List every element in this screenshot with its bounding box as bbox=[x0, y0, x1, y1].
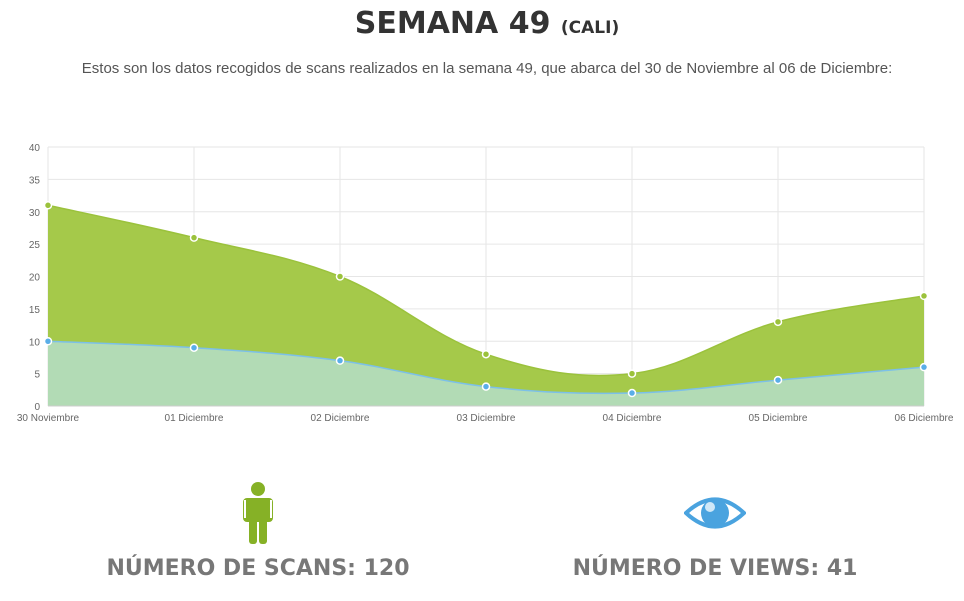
series-1-point bbox=[481, 349, 491, 359]
series-2-point bbox=[481, 382, 491, 391]
y-tick-label: 30 bbox=[29, 208, 41, 219]
scans-stat: NÚMERO DE SCANS: 120 bbox=[78, 482, 438, 581]
y-tick-label: 25 bbox=[29, 240, 41, 251]
series-1-point bbox=[919, 291, 929, 301]
y-tick-label: 15 bbox=[29, 305, 41, 316]
page-description: Estos son los datos recogidos de scans r… bbox=[81, 60, 893, 77]
scans-count-label: NÚMERO DE SCANS: 120 bbox=[106, 556, 410, 581]
series-2-point bbox=[773, 375, 783, 385]
y-tick-label: 20 bbox=[29, 273, 41, 284]
views-count-label: NÚMERO DE VIEWS: 41 bbox=[572, 556, 858, 581]
y-tick-label: 5 bbox=[34, 370, 40, 381]
x-tick-label: 03 Diciembre bbox=[457, 413, 516, 424]
area-chart: 0 5 10 15 20 25 30 35 40 30 Noviembre 01 Diciembre… bbox=[17, 143, 954, 424]
eye-icon bbox=[684, 497, 746, 529]
x-tick-label: 01 Diciembre bbox=[165, 413, 224, 424]
views-stat: NÚMERO DE VIEWS: 41 bbox=[535, 482, 895, 581]
series-1-point bbox=[43, 201, 53, 210]
y-tick-label: 0 bbox=[34, 402, 40, 413]
series-1-point bbox=[627, 369, 637, 378]
title-suffix: (CALI) bbox=[560, 18, 620, 38]
x-tick-label: 04 Diciembre bbox=[603, 413, 662, 424]
person-icon bbox=[243, 482, 273, 544]
y-tick-label: 40 bbox=[29, 143, 41, 154]
series-2-point bbox=[627, 388, 637, 398]
title-main: SEMANA 49 bbox=[354, 6, 551, 41]
x-tick-label: 05 Diciembre bbox=[749, 413, 808, 424]
x-tick-label: 06 Diciembre bbox=[895, 413, 954, 424]
x-tick-label: 02 Diciembre bbox=[311, 413, 370, 424]
x-tick-label: 30 Noviembre bbox=[17, 413, 80, 424]
y-tick-label: 10 bbox=[29, 337, 41, 348]
y-tick-label: 35 bbox=[29, 175, 41, 186]
series-2-point bbox=[189, 343, 199, 352]
series-1-point bbox=[335, 272, 345, 281]
series-2-point bbox=[919, 362, 929, 372]
series-1-point bbox=[189, 233, 199, 242]
series-2-point bbox=[43, 337, 53, 346]
series-1-point bbox=[773, 317, 783, 327]
series-2-point bbox=[335, 356, 345, 365]
page-title: SEMANA 49 (CALI) bbox=[0, 6, 964, 41]
